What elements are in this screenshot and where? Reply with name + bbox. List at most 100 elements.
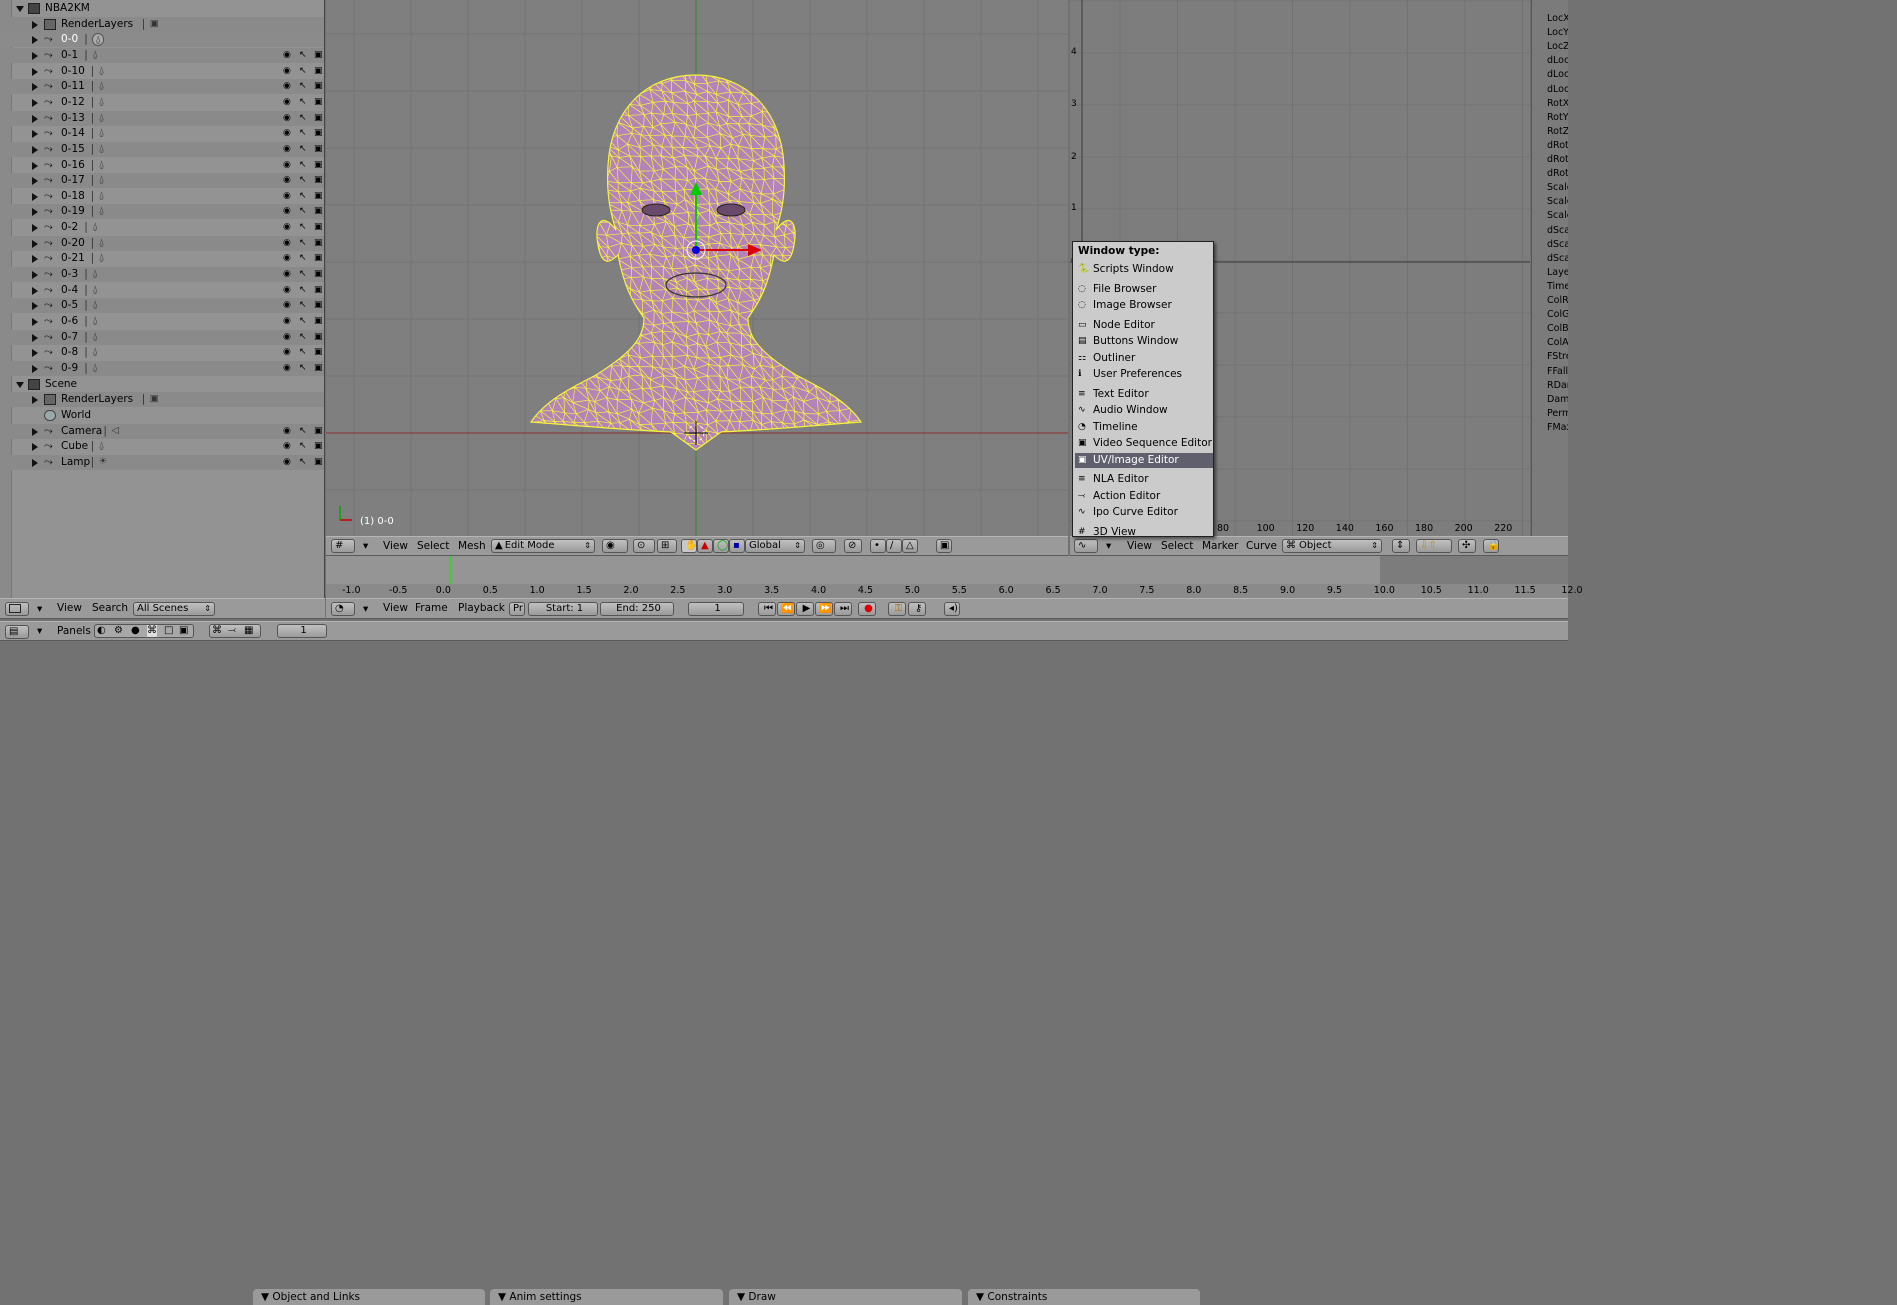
eye-icon[interactable]: ◉ — [283, 441, 293, 451]
collapsed-triangle-icon[interactable] — [32, 427, 38, 436]
context-buttons-group[interactable]: ◐ ⚙ ● ⌘ □ ▣ — [94, 624, 194, 638]
object-sub-icon[interactable]: ⌘ — [212, 625, 222, 637]
ipo-channel[interactable]: ColA — [1547, 337, 1568, 348]
editor-type-button-buttons[interactable]: ▤ — [5, 625, 29, 639]
outliner-row[interactable]: ⤳ 0-8 | ⍙ ◉ ↖ ▣ — [0, 345, 324, 360]
rotate-button[interactable]: ◯ — [713, 539, 729, 553]
cursor-select-icon[interactable]: ↖ — [299, 347, 309, 357]
ipo-channel[interactable]: ColG — [1547, 309, 1568, 320]
render-toggle-icon[interactable]: ▣ — [314, 175, 324, 185]
mode-select[interactable]: ▲ Edit Mode ⇕ — [491, 539, 595, 553]
eye-icon[interactable]: ◉ — [283, 81, 293, 91]
cursor-select-icon[interactable]: ↖ — [299, 238, 309, 248]
collapsed-triangle-icon[interactable] — [32, 458, 38, 467]
collapsed-triangle-icon[interactable] — [32, 98, 38, 107]
panel-draw[interactable]: ▼ Draw — [729, 1289, 962, 1305]
panel-object-and-links[interactable]: ▼ Object and Links — [253, 1289, 485, 1305]
eye-icon[interactable]: ◉ — [283, 222, 293, 232]
collapsed-triangle-icon[interactable] — [32, 271, 38, 280]
window-type-item[interactable]: ◔ Timeline — [1075, 420, 1213, 435]
menu-view[interactable]: View — [383, 602, 408, 614]
proportional-button[interactable]: ⊘ — [844, 539, 862, 553]
outliner-row[interactable]: ⤳ 0-15 | ⍙ ◉ ↖ ▣ — [0, 141, 324, 157]
ipo-zoom-button[interactable]: ✣ — [1458, 539, 1476, 553]
collapsed-triangle-icon[interactable] — [32, 51, 38, 60]
editing-icon[interactable]: □ — [164, 625, 173, 637]
current-frame-field[interactable]: 1 — [688, 602, 744, 616]
record-button[interactable]: ● — [858, 602, 876, 616]
menu-frame[interactable]: Frame — [415, 602, 448, 614]
outliner-row[interactable]: ⤳ 0-9 | ⍙ ◉ ↖ ▣ — [0, 360, 324, 376]
window-type-item[interactable]: ▤ Buttons Window — [1075, 334, 1213, 349]
3d-viewport[interactable]: (1) 0-0 — [326, 0, 1068, 536]
eye-icon[interactable]: ◉ — [283, 347, 293, 357]
outliner-row[interactable]: World — [0, 408, 324, 423]
cursor-select-icon[interactable]: ↖ — [299, 144, 309, 154]
current-frame-marker[interactable] — [449, 556, 452, 584]
mesh-icon[interactable]: ⍙ — [99, 237, 105, 248]
outliner-row[interactable]: ⤳ 0-11 | ⍙ ◉ ↖ ▣ — [0, 79, 324, 95]
eye-icon[interactable]: ◉ — [283, 175, 293, 185]
lamp-icon[interactable]: ☀ — [99, 456, 108, 467]
outliner-row[interactable]: ⤳ 0-12 | ⍙ ◉ ↖ ▣ — [0, 95, 324, 110]
render-toggle-icon[interactable]: ▣ — [314, 285, 324, 295]
mesh-icon[interactable]: ⍙ — [92, 221, 98, 232]
cursor-select-icon[interactable]: ↖ — [299, 332, 309, 342]
window-type-item[interactable]: ≡ Text Editor — [1075, 387, 1213, 402]
collapsed-triangle-icon[interactable] — [32, 67, 38, 76]
outliner-row[interactable]: ⤳ 0-3 | ⍙ ◉ ↖ ▣ — [0, 267, 324, 283]
mesh-icon[interactable]: ⍙ — [92, 315, 98, 326]
mesh-icon[interactable]: ⍙ — [92, 268, 98, 279]
collapsed-triangle-icon[interactable] — [32, 161, 38, 170]
eye-icon[interactable]: ◉ — [283, 269, 293, 279]
collapsed-triangle-icon[interactable] — [32, 114, 38, 123]
cursor-select-icon[interactable]: ↖ — [299, 66, 309, 76]
menu-select[interactable]: Select — [1161, 540, 1193, 552]
collapsed-triangle-icon[interactable] — [32, 302, 38, 311]
collapsed-triangle-icon[interactable] — [32, 208, 38, 217]
translate-button[interactable]: ▲ — [697, 539, 713, 553]
collapse-arrow-icon[interactable]: ▾ — [37, 603, 42, 615]
cursor-select-icon[interactable]: ↖ — [299, 160, 309, 170]
editor-type-button-ipo[interactable]: ∿ — [1074, 539, 1098, 553]
collapsed-triangle-icon[interactable] — [32, 396, 38, 405]
cursor-select-icon[interactable]: ↖ — [299, 441, 309, 451]
window-type-item[interactable]: ⚏ Outliner — [1075, 351, 1213, 366]
mesh-icon[interactable]: ⍙ — [99, 112, 105, 123]
render-toggle-icon[interactable]: ▣ — [314, 160, 324, 170]
panel-anim-settings[interactable]: ▼ Anim settings — [490, 1289, 723, 1305]
collapsed-triangle-icon[interactable] — [32, 239, 38, 248]
particles-icon[interactable]: ▦ — [244, 625, 253, 637]
outliner-row[interactable]: ⤳ 0-16 | ⍙ ◉ ↖ ▣ — [0, 158, 324, 173]
ipo-channel[interactable]: dLocX — [1547, 55, 1568, 66]
eye-icon[interactable]: ◉ — [283, 160, 293, 170]
menu-select[interactable]: Select — [417, 540, 449, 552]
ipo-channel[interactable]: Time — [1547, 281, 1568, 292]
ipo-channel[interactable]: dLocZ — [1547, 84, 1568, 95]
render-toggle-icon[interactable]: ▣ — [314, 97, 324, 107]
frame-number-field[interactable]: 1 — [277, 624, 327, 638]
ipo-channel[interactable]: dScaleZ — [1547, 253, 1568, 264]
eye-icon[interactable]: ◉ — [283, 206, 293, 216]
window-type-item[interactable]: ▣ Video Sequence Editor — [1075, 436, 1213, 451]
collapsed-triangle-icon[interactable] — [32, 36, 38, 45]
eye-icon[interactable]: ◉ — [283, 300, 293, 310]
ipo-channel[interactable]: FMaxD — [1547, 422, 1568, 433]
render-toggle-icon[interactable]: ▣ — [314, 347, 324, 357]
render-layer-icon[interactable]: ▣ — [150, 18, 159, 29]
collapsed-triangle-icon[interactable] — [32, 349, 38, 358]
outliner-row[interactable]: ⤳ Camera | ◁ ◉ ↖ ▣ — [0, 423, 324, 439]
cursor-select-icon[interactable]: ↖ — [299, 191, 309, 201]
menu-panels[interactable]: Panels — [57, 625, 91, 637]
ipo-channel[interactable]: dScaleX — [1547, 225, 1568, 236]
cursor-select-icon[interactable]: ↖ — [299, 81, 309, 91]
mesh-icon[interactable]: ⍙ — [99, 174, 105, 185]
collapsed-triangle-icon[interactable] — [32, 177, 38, 186]
mesh-icon[interactable]: ⍙ — [99, 96, 105, 107]
cursor-select-icon[interactable]: ↖ — [299, 97, 309, 107]
edge-select-button[interactable]: / — [886, 539, 902, 553]
menu-view[interactable]: View — [383, 540, 408, 552]
collapsed-triangle-icon[interactable] — [32, 192, 38, 201]
outliner-row[interactable]: NBA2KM — [0, 1, 324, 16]
mesh-circle-icon[interactable]: ⍙ — [92, 33, 104, 47]
